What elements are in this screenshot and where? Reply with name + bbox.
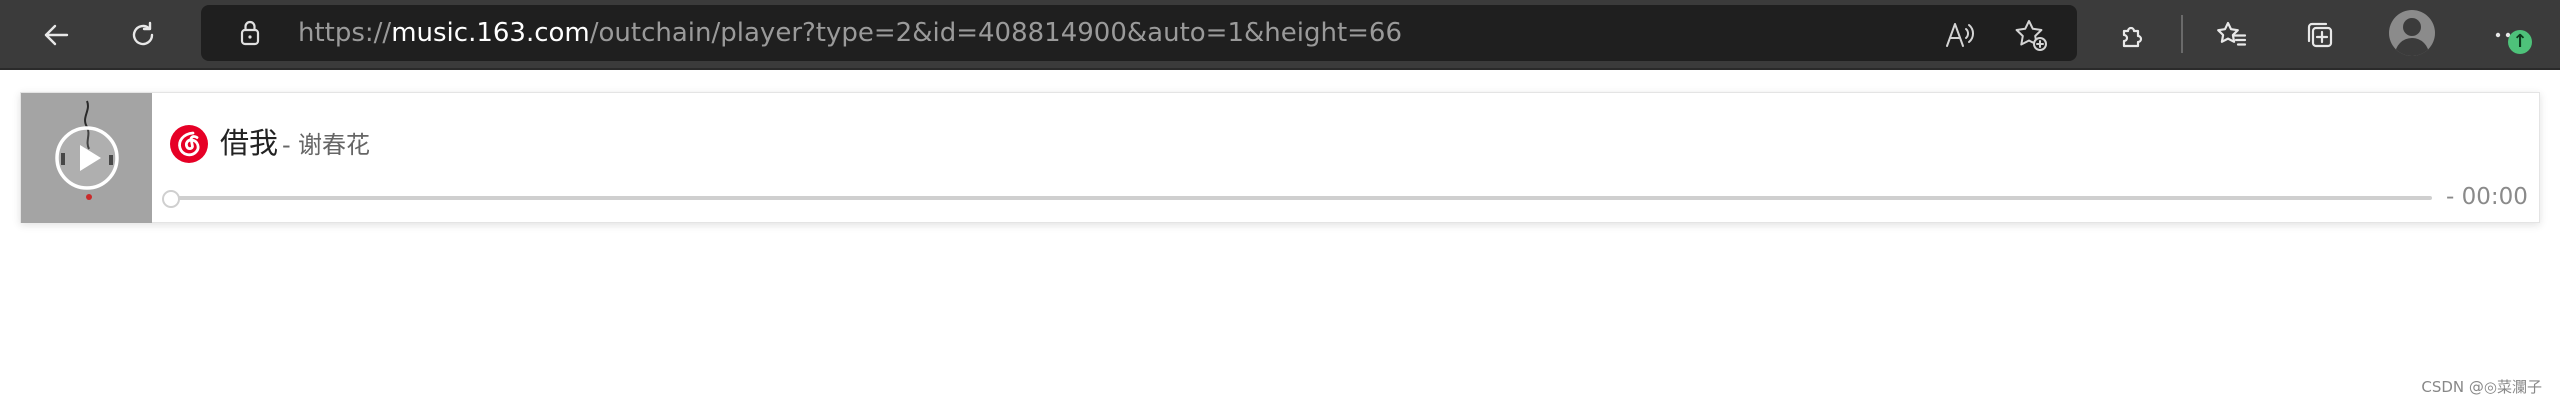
progress-handle[interactable] (162, 190, 180, 208)
address-bar[interactable]: https://music.163.com/outchain/player?ty… (201, 5, 2077, 61)
profile-body (2395, 38, 2429, 56)
music-player: 借我 - 谢春花 - 00:00 (20, 92, 2540, 223)
album-cover (21, 93, 152, 223)
url-prefix: https:// (298, 18, 392, 48)
url-path: /outchain/player?type=2&id=408814900&aut… (589, 18, 1403, 48)
profile-head (2403, 18, 2421, 36)
url-text[interactable]: https://music.163.com/outchain/player?ty… (298, 17, 1402, 49)
refresh-icon[interactable] (118, 10, 168, 60)
song-title[interactable]: 借我 (220, 123, 278, 163)
lock-icon[interactable] (234, 17, 266, 49)
browser-toolbar: https://music.163.com/outchain/player?ty… (0, 0, 2560, 70)
update-arrow-icon[interactable]: ↑ (2508, 30, 2532, 54)
extensions-icon[interactable] (2108, 10, 2158, 60)
play-icon (55, 126, 119, 190)
progress-bar[interactable] (171, 196, 2432, 200)
netease-music-logo-icon[interactable] (169, 124, 209, 164)
toolbar-separator (2181, 15, 2183, 53)
profile-icon[interactable] (2389, 10, 2435, 56)
title-artist-separator: - (282, 131, 291, 159)
playback-time: - 00:00 (2446, 184, 2528, 210)
play-button[interactable] (54, 125, 120, 191)
favorites-icon[interactable] (2207, 10, 2257, 60)
url-host: music.163.com (391, 18, 590, 48)
collections-icon[interactable] (2295, 10, 2345, 60)
add-favorite-icon[interactable] (2013, 17, 2049, 53)
artist-name[interactable]: 谢春花 (298, 127, 370, 163)
read-aloud-icon[interactable] (1942, 17, 1978, 53)
back-icon[interactable] (31, 10, 81, 60)
csdn-watermark: CSDN @◎菜瀾子 (2421, 378, 2542, 396)
